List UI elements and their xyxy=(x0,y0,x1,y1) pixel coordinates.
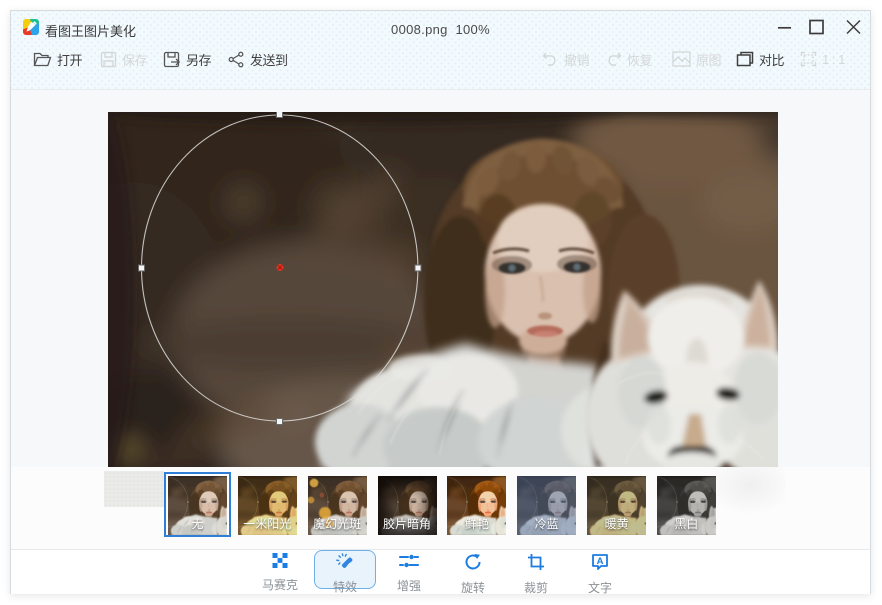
svg-text:A: A xyxy=(597,556,604,567)
